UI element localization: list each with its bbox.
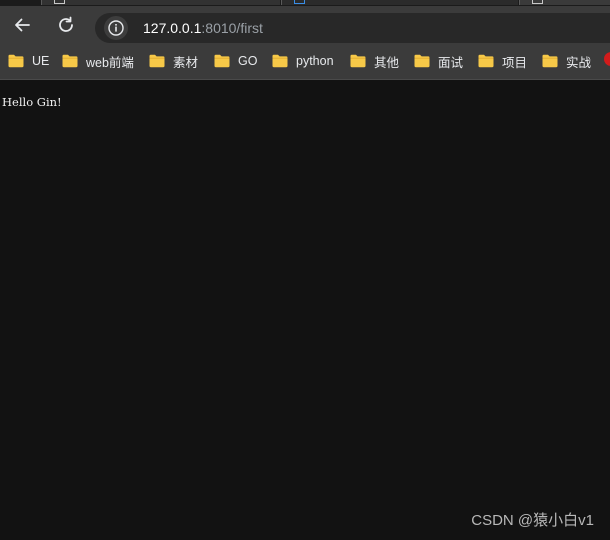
- page-icon: [54, 0, 65, 4]
- bookmark-folder-ue[interactable]: UE: [8, 50, 49, 72]
- bookmark-folder-interview[interactable]: 面试: [414, 50, 463, 72]
- reload-icon: [59, 16, 73, 32]
- bookmark-label: 素材: [173, 55, 199, 70]
- folder-icon: [414, 54, 430, 68]
- back-arrow-icon: [15, 18, 30, 32]
- tab-partial[interactable]: [42, 0, 280, 5]
- bookmark-label: 实战: [566, 55, 592, 70]
- bookmark-label: web前端: [86, 55, 134, 70]
- folder-icon: [350, 54, 366, 68]
- back-button[interactable]: [7, 10, 37, 40]
- bookmark-label: python: [296, 54, 334, 68]
- page-content: Hello Gin! CSDN @猿小白v1: [0, 80, 610, 540]
- folder-icon: [149, 54, 165, 68]
- folder-icon: [8, 54, 24, 68]
- bookmark-folder-python[interactable]: python: [272, 50, 334, 72]
- info-icon: [108, 20, 124, 36]
- bookmark-folder-web-frontend[interactable]: web前端: [62, 50, 134, 72]
- reload-button[interactable]: [51, 10, 81, 40]
- bookmark-label: GO: [238, 54, 258, 68]
- tab-partial[interactable]: [282, 0, 518, 5]
- page-body-text: Hello Gin!: [2, 95, 62, 109]
- folder-icon: [478, 54, 494, 68]
- url-path: :8010/first: [201, 20, 263, 36]
- csdn-watermark: CSDN @猿小白v1: [471, 512, 594, 529]
- address-bar[interactable]: 127.0.0.1:8010/first: [95, 13, 610, 43]
- bookmark-overflow-icon[interactable]: [604, 52, 610, 66]
- url-host: 127.0.0.1: [143, 20, 202, 36]
- bookmark-label: 面试: [438, 55, 464, 70]
- browser-window: 127.0.0.1:8010/first UE web前端 素材 GO pyth…: [0, 0, 610, 540]
- folder-icon: [542, 54, 558, 68]
- folder-icon: [214, 54, 230, 68]
- bookmark-label: 项目: [502, 55, 528, 70]
- folder-icon: [272, 54, 288, 68]
- page-icon: [294, 0, 305, 4]
- browser-toolbar: 127.0.0.1:8010/first: [0, 6, 610, 43]
- bookmark-folder-go[interactable]: GO: [214, 50, 257, 72]
- bookmark-folder-other[interactable]: 其他: [350, 50, 399, 72]
- tab-partial[interactable]: [520, 0, 610, 5]
- url-text[interactable]: 127.0.0.1:8010/first: [143, 20, 263, 36]
- site-info-button[interactable]: [104, 16, 128, 40]
- bookmark-folder-practice[interactable]: 实战: [542, 50, 591, 72]
- bookmarks-bar: UE web前端 素材 GO python 其他 面试 项目 实战: [0, 43, 610, 80]
- page-icon: [532, 0, 543, 4]
- folder-icon: [62, 54, 78, 68]
- bookmark-label: 其他: [374, 55, 400, 70]
- bookmark-folder-materials[interactable]: 素材: [149, 50, 198, 72]
- bookmark-folder-projects[interactable]: 项目: [478, 50, 527, 72]
- bookmark-label: UE: [32, 54, 50, 68]
